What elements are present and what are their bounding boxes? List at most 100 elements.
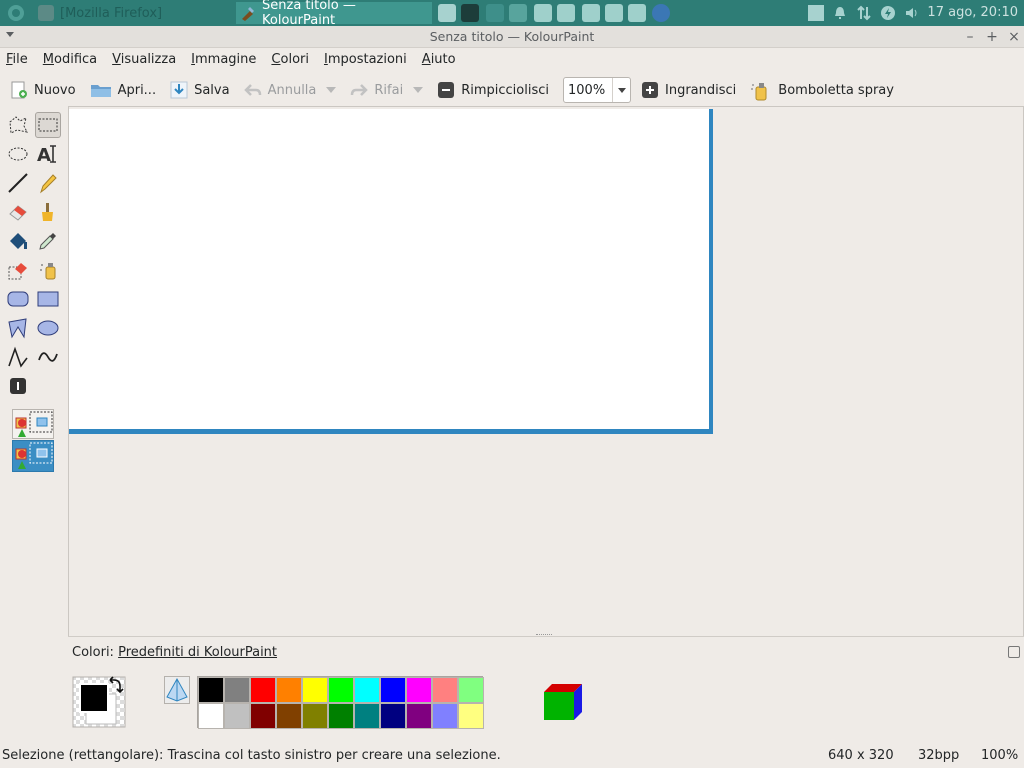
save-button[interactable]: Salva <box>170 76 230 104</box>
redo-dropdown-icon[interactable] <box>413 87 424 93</box>
palette-swatch[interactable] <box>276 703 302 729</box>
canvas-resize-handle-bottom[interactable] <box>69 429 713 434</box>
redo-button[interactable]: Rifai <box>350 76 424 104</box>
palette-swatch[interactable] <box>198 677 224 703</box>
transparent-color-swatch[interactable] <box>164 676 190 704</box>
open-button[interactable]: Apri... <box>90 76 156 104</box>
canvas-resize-handle-right[interactable] <box>709 109 713 434</box>
palette-swatch[interactable] <box>406 703 432 729</box>
zoom-value[interactable]: 100% <box>564 83 612 98</box>
palette-swatch[interactable] <box>302 677 328 703</box>
palette-swatch[interactable] <box>458 677 484 703</box>
clock[interactable]: 17 ago, 20:10 <box>927 5 1018 20</box>
foreground-color-swatch[interactable] <box>79 683 109 713</box>
app-menu-icon[interactable] <box>6 3 26 23</box>
palette-swatch[interactable] <box>198 703 224 729</box>
undo-button[interactable]: Annulla <box>243 76 337 104</box>
browser-launcher-icon[interactable] <box>652 4 670 22</box>
zoom-out-button[interactable]: Rimpicciolisci <box>437 76 549 104</box>
undo-dropdown-icon[interactable] <box>326 87 337 93</box>
new-button[interactable]: Nuovo <box>10 76 76 104</box>
colors-label[interactable]: Colori: Predefiniti di KolourPaint <box>72 645 277 660</box>
palette-swatch[interactable] <box>432 703 458 729</box>
palette-swatch[interactable] <box>380 703 406 729</box>
power-tray-icon[interactable] <box>880 5 896 21</box>
menu-immagine[interactable]: Immagine <box>191 52 256 67</box>
kolourpaint-icon <box>240 5 256 21</box>
drawing-canvas[interactable] <box>69 109 709 429</box>
palette-swatch[interactable] <box>328 677 354 703</box>
text-tool[interactable]: A <box>35 141 61 167</box>
rounded-rectangle-tool[interactable] <box>5 286 31 312</box>
menu-file[interactable]: File <box>6 52 28 67</box>
document-launcher-icon[interactable] <box>534 4 552 22</box>
menu-impostazioni[interactable]: Impostazioni <box>324 52 407 67</box>
palette-swatch[interactable] <box>328 703 354 729</box>
spreadsheet-launcher-icon[interactable] <box>557 4 575 22</box>
ellipse-tool[interactable] <box>35 315 61 341</box>
palette-swatch[interactable] <box>224 703 250 729</box>
palette-swatch[interactable] <box>276 677 302 703</box>
polygon-tool[interactable] <box>5 315 31 341</box>
terminal-launcher-icon[interactable] <box>461 4 479 22</box>
line-tool[interactable] <box>5 170 31 196</box>
palette-swatch[interactable] <box>250 703 276 729</box>
elliptical-selection-tool[interactable] <box>5 141 31 167</box>
color-picker-tool[interactable] <box>35 228 61 254</box>
notes-tray-icon[interactable] <box>808 5 824 21</box>
selection-transparent-option[interactable] <box>12 440 54 472</box>
undock-icon[interactable] <box>1008 646 1020 658</box>
palette-swatch[interactable] <box>354 703 380 729</box>
zoom-combobox[interactable]: 100% <box>563 77 631 103</box>
pencil-tool[interactable] <box>35 170 61 196</box>
palette-swatch[interactable] <box>250 677 276 703</box>
palette-swatch[interactable] <box>458 703 484 729</box>
rectangular-selection-tool[interactable] <box>35 112 61 138</box>
updates-tray-icon[interactable] <box>856 5 872 21</box>
minimize-button[interactable]: – <box>961 28 979 46</box>
flood-fill-tool[interactable] <box>5 228 31 254</box>
zoom-in-icon <box>641 81 659 99</box>
volume-icon[interactable] <box>904 5 920 21</box>
zoom-in-button[interactable]: Ingrandisci <box>641 76 736 104</box>
eraser-tool[interactable] <box>5 199 31 225</box>
zoom-dropdown-icon[interactable] <box>612 78 630 102</box>
connected-lines-tool[interactable] <box>5 344 31 370</box>
palette-swatch[interactable] <box>406 677 432 703</box>
brush-tool[interactable] <box>35 199 61 225</box>
calculator-launcher-icon[interactable] <box>605 4 623 22</box>
menu-visualizza[interactable]: Visualizza <box>112 52 176 67</box>
spray-can-tool[interactable] <box>35 257 61 283</box>
kate-launcher-icon[interactable] <box>438 4 456 22</box>
task-firefox[interactable]: [Mozilla Firefox] <box>38 2 162 24</box>
folder-icon <box>90 81 112 99</box>
notifications-icon[interactable] <box>832 5 848 21</box>
rectangle-tool[interactable] <box>35 286 61 312</box>
panel-splitter-handle[interactable] <box>536 634 552 638</box>
colors-scheme-name[interactable]: Predefiniti di KolourPaint <box>118 645 277 660</box>
spray-can-icon <box>750 81 772 101</box>
menu-colori[interactable]: Colori <box>271 52 309 67</box>
sync-launcher-icon[interactable] <box>486 4 504 22</box>
palette-swatch[interactable] <box>302 703 328 729</box>
free-form-selection-tool[interactable] <box>5 112 31 138</box>
task-kolourpaint[interactable]: Senza titolo — KolourPaint <box>236 0 432 28</box>
line-width-option[interactable] <box>5 373 31 399</box>
curve-tool[interactable] <box>35 344 61 370</box>
palette-swatch[interactable] <box>354 677 380 703</box>
edit-launcher-icon[interactable] <box>582 4 600 22</box>
brush-icon <box>42 203 53 221</box>
screenshot-launcher-icon[interactable] <box>628 4 646 22</box>
close-button[interactable]: × <box>1005 28 1023 46</box>
palette-swatch[interactable] <box>224 677 250 703</box>
network-launcher-icon[interactable] <box>509 4 527 22</box>
palette-swatch[interactable] <box>432 677 458 703</box>
maximize-button[interactable]: + <box>983 28 1001 46</box>
spray-can-button[interactable]: Bomboletta spray <box>750 76 894 104</box>
selection-opaque-option[interactable] <box>12 409 54 439</box>
palette-swatch[interactable] <box>380 677 406 703</box>
menu-aiuto[interactable]: Aiuto <box>422 52 456 67</box>
menu-modifica[interactable]: Modifica <box>43 52 97 67</box>
color-eraser-tool[interactable] <box>5 257 31 283</box>
redo-icon <box>350 81 369 99</box>
